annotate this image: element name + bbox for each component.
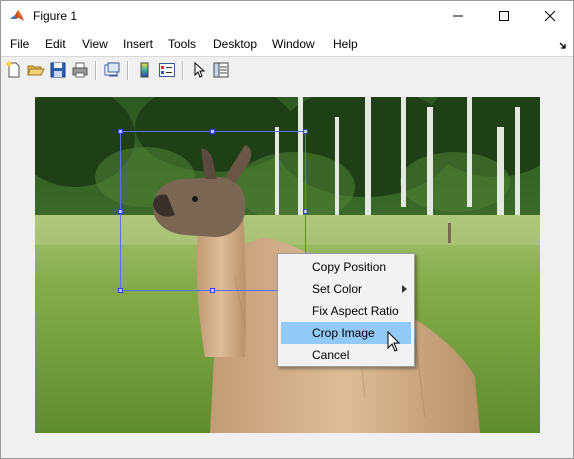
dock-arrow-icon[interactable] [559,39,567,53]
menu-file[interactable]: File [10,37,29,51]
matlab-icon [9,8,25,24]
minimize-icon [453,15,463,17]
close-icon [544,10,556,22]
property-inspector-icon[interactable] [212,61,230,79]
roi-handle[interactable] [210,288,215,293]
menu-edit[interactable]: Edit [45,37,66,51]
menu-item-copy-position[interactable]: Copy Position [281,256,411,278]
toolbar-separator [95,61,97,80]
menu-item-fix-aspect-ratio[interactable]: Fix Aspect Ratio [281,300,411,322]
figure-toolbar [1,56,573,85]
open-file-icon[interactable] [27,61,45,79]
menu-help[interactable]: Help [333,37,358,51]
insert-legend-icon[interactable] [158,61,176,79]
toolbar-separator [182,61,184,80]
submenu-arrow-icon [402,285,407,293]
toolbar-separator [127,61,129,80]
link-plot-icon[interactable] [103,61,121,79]
menu-tools[interactable]: Tools [168,37,196,51]
roi-handle[interactable] [118,209,123,214]
maximize-icon [499,11,509,21]
roi-handle[interactable] [303,209,308,214]
menu-desktop[interactable]: Desktop [213,37,257,51]
maximize-button[interactable] [481,1,527,31]
menu-view[interactable]: View [82,37,108,51]
roi-handle[interactable] [118,129,123,134]
menu-window[interactable]: Window [272,37,315,51]
new-figure-icon[interactable] [5,61,23,79]
roi-handle[interactable] [118,288,123,293]
roi-handle[interactable] [303,129,308,134]
menu-insert[interactable]: Insert [123,37,153,51]
print-icon[interactable] [71,61,89,79]
close-button[interactable] [527,1,573,31]
insert-colorbar-icon[interactable] [136,61,154,79]
figure-window: Figure 1 File Edit View Insert Tools Des… [0,0,574,459]
mouse-cursor-icon [387,331,401,352]
menu-bar: File Edit View Insert Tools Desktop Wind… [1,31,573,56]
window-title: Figure 1 [33,9,78,23]
save-icon[interactable] [49,61,67,79]
pointer-icon[interactable] [190,61,208,79]
minimize-button[interactable] [435,1,481,31]
roi-handle[interactable] [210,129,215,134]
title-bar[interactable]: Figure 1 [1,1,573,31]
menu-item-set-color[interactable]: Set Color [281,278,411,300]
